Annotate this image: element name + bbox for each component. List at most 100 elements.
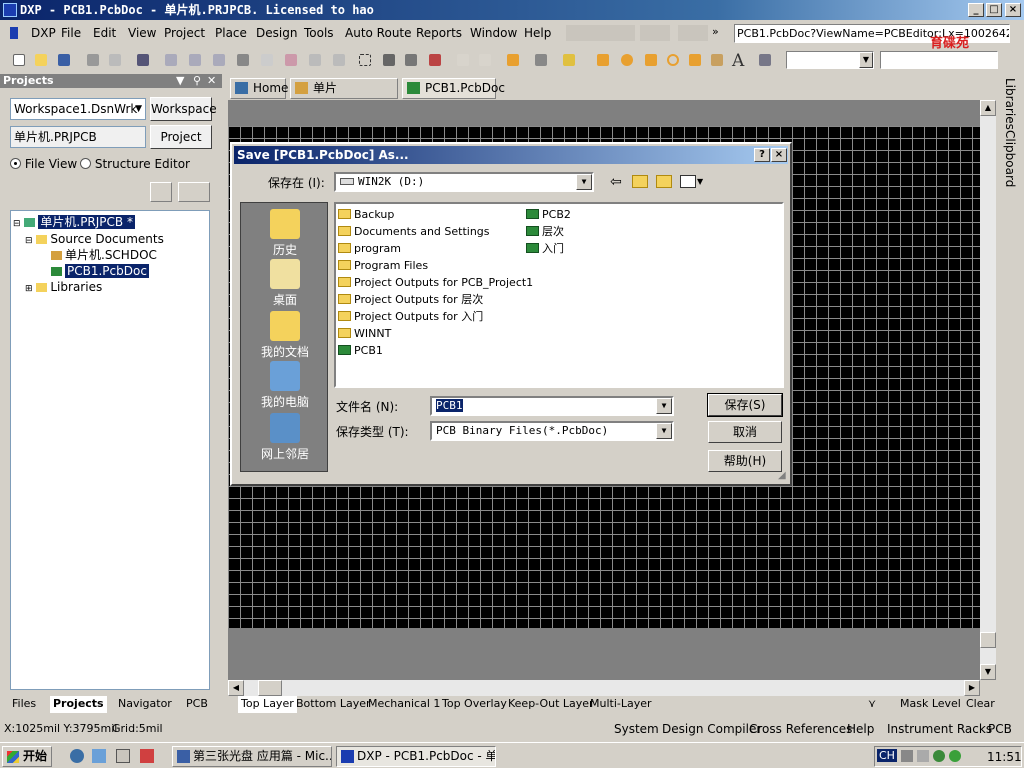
file-item[interactable]: PCB2 [526, 206, 571, 223]
place-history[interactable]: 历史 [241, 209, 329, 258]
tab-files[interactable]: Files [12, 696, 36, 713]
scroll-right-icon[interactable]: ▶ [964, 680, 980, 696]
paste-array-icon[interactable] [330, 51, 348, 69]
open-icon[interactable] [32, 51, 50, 69]
clipboard-dock-tab[interactable]: Clipboard [1003, 130, 1017, 187]
file-item[interactable]: Project Outputs for 层次 [338, 291, 483, 308]
horizontal-scrollbar[interactable]: ◀ ▶ [228, 680, 980, 696]
project-menu-icon[interactable] [178, 182, 210, 202]
help-button[interactable]: 帮助(H) [708, 450, 782, 472]
menu-tools[interactable]: Tools [304, 26, 334, 40]
project-button[interactable]: Project [150, 125, 212, 149]
place-my-computer[interactable]: 我的电脑 [241, 361, 329, 410]
find-icon[interactable] [640, 25, 670, 41]
tab-pcb[interactable]: PCB [186, 696, 208, 713]
file-item[interactable]: 入门 [526, 240, 564, 257]
input-language[interactable]: CH [877, 749, 897, 762]
tray-icon[interactable] [901, 750, 913, 762]
fill-icon[interactable] [686, 51, 704, 69]
menu-design[interactable]: Design [256, 26, 297, 40]
zoom-fit-icon[interactable] [210, 51, 228, 69]
menu-place[interactable]: Place [215, 26, 247, 40]
interactive-route-icon[interactable] [594, 51, 612, 69]
undo-icon[interactable] [454, 51, 472, 69]
file-item[interactable]: Documents and Settings [338, 223, 490, 240]
menu-edit[interactable]: Edit [93, 26, 116, 40]
desktop-icon[interactable] [116, 749, 130, 763]
help-icon[interactable] [560, 51, 578, 69]
status-design-compiler[interactable]: Design Compiler [662, 722, 761, 736]
dialog-close-icon[interactable]: × [771, 148, 787, 162]
print-icon[interactable] [84, 51, 102, 69]
dialog-help-icon[interactable]: ? [754, 148, 770, 162]
scroll-up-icon[interactable]: ▲ [980, 100, 996, 116]
layer-multi[interactable]: Multi-Layer [590, 696, 652, 713]
vertical-scrollbar[interactable]: ▲ ▼ [980, 100, 996, 680]
radio-checked-icon[interactable] [10, 158, 21, 169]
arc-icon[interactable] [664, 51, 682, 69]
tab-pcbdoc[interactable]: PCB1.PcbDoc [402, 78, 505, 99]
paste-icon[interactable] [282, 51, 300, 69]
chevron-down-icon[interactable]: ▼ [656, 398, 672, 414]
menu-view[interactable]: View [128, 26, 156, 40]
file-type-select[interactable]: PCB Binary Files(*.PcbDoc) ▼ [430, 421, 674, 441]
layer-top[interactable]: Top Layer [238, 696, 297, 713]
maximize-button[interactable]: □ [986, 3, 1002, 17]
outlook-icon[interactable] [92, 749, 106, 763]
toolbar-combo[interactable]: ▼ [786, 51, 874, 69]
menu-file[interactable]: File [61, 26, 81, 40]
workspace-field[interactable]: Workspace1.DsnWrk ▼ [10, 98, 146, 120]
redo-icon[interactable] [476, 51, 494, 69]
tree-pcb-doc[interactable]: PCB1.PcbDoc [51, 263, 207, 279]
layer-top-overlay[interactable]: Top Overlay [442, 696, 507, 713]
browse-icon[interactable] [532, 51, 550, 69]
file-item[interactable]: WINNT [338, 325, 391, 342]
move-icon[interactable] [380, 51, 398, 69]
app-quicklaunch-icon[interactable] [140, 749, 154, 763]
menu-window[interactable]: Window [470, 26, 517, 40]
component-icon[interactable] [756, 51, 774, 69]
tree-project[interactable]: ⊟ 单片机.PRJPCB * [13, 214, 209, 230]
place-my-documents[interactable]: 我的文档 [241, 311, 329, 360]
project-field[interactable]: 单片机.PRJPCB [10, 126, 146, 148]
filter-icon[interactable]: ⋎ [868, 696, 876, 713]
file-item[interactable]: Backup [338, 206, 394, 223]
file-item[interactable]: Project Outputs for PCB_Project1 [338, 274, 533, 291]
toolbar-combo-2[interactable] [880, 51, 998, 69]
copy-icon[interactable] [258, 51, 276, 69]
cut-icon[interactable] [234, 51, 252, 69]
status-pcb[interactable]: PCB [988, 722, 1012, 736]
scroll-left-icon[interactable]: ◀ [228, 680, 244, 696]
more-chevron-icon[interactable]: » [712, 25, 719, 38]
tab-home[interactable]: Home [230, 78, 288, 99]
ie-icon[interactable] [70, 749, 84, 763]
expand-icon[interactable]: ⊞ [25, 284, 33, 294]
status-help[interactable]: Help [847, 722, 874, 736]
menu-reports[interactable]: Reports [416, 26, 462, 40]
status-cross-references[interactable]: Cross References [749, 722, 852, 736]
status-system[interactable]: System [614, 722, 659, 736]
file-item[interactable]: program [338, 240, 401, 257]
file-view-radio[interactable]: File View [10, 157, 77, 171]
collapse-icon[interactable]: ⊟ [25, 236, 33, 246]
file-item[interactable]: Project Outputs for 入门 [338, 308, 483, 325]
file-item[interactable]: Program Files [338, 257, 428, 274]
chevron-down-icon[interactable]: ▼ [656, 423, 672, 439]
file-item[interactable]: PCB1 [338, 342, 383, 359]
resize-grip-icon[interactable]: ◢ [778, 470, 786, 481]
structure-editor-radio[interactable]: Structure Editor [80, 157, 190, 171]
status-instrument-racks[interactable]: Instrument Racks [887, 722, 992, 736]
clear-button[interactable]: Clear [966, 696, 995, 713]
cancel-button[interactable]: 取消 [708, 421, 782, 443]
compile-icon[interactable] [150, 182, 172, 202]
pin-icon[interactable]: ⚲ [193, 74, 201, 88]
close-button[interactable]: × [1005, 3, 1021, 17]
file-item[interactable]: 层次 [526, 223, 564, 240]
menu-auto-route[interactable]: Auto Route [345, 26, 412, 40]
via-icon[interactable] [642, 51, 660, 69]
back-icon[interactable]: ⇦ [610, 174, 622, 190]
tray-icon[interactable] [933, 750, 945, 762]
task-word[interactable]: 第三张光盘 应用篇 - Mic... [172, 746, 332, 767]
up-folder-icon[interactable] [632, 175, 648, 188]
zoom-in-icon[interactable] [162, 51, 180, 69]
